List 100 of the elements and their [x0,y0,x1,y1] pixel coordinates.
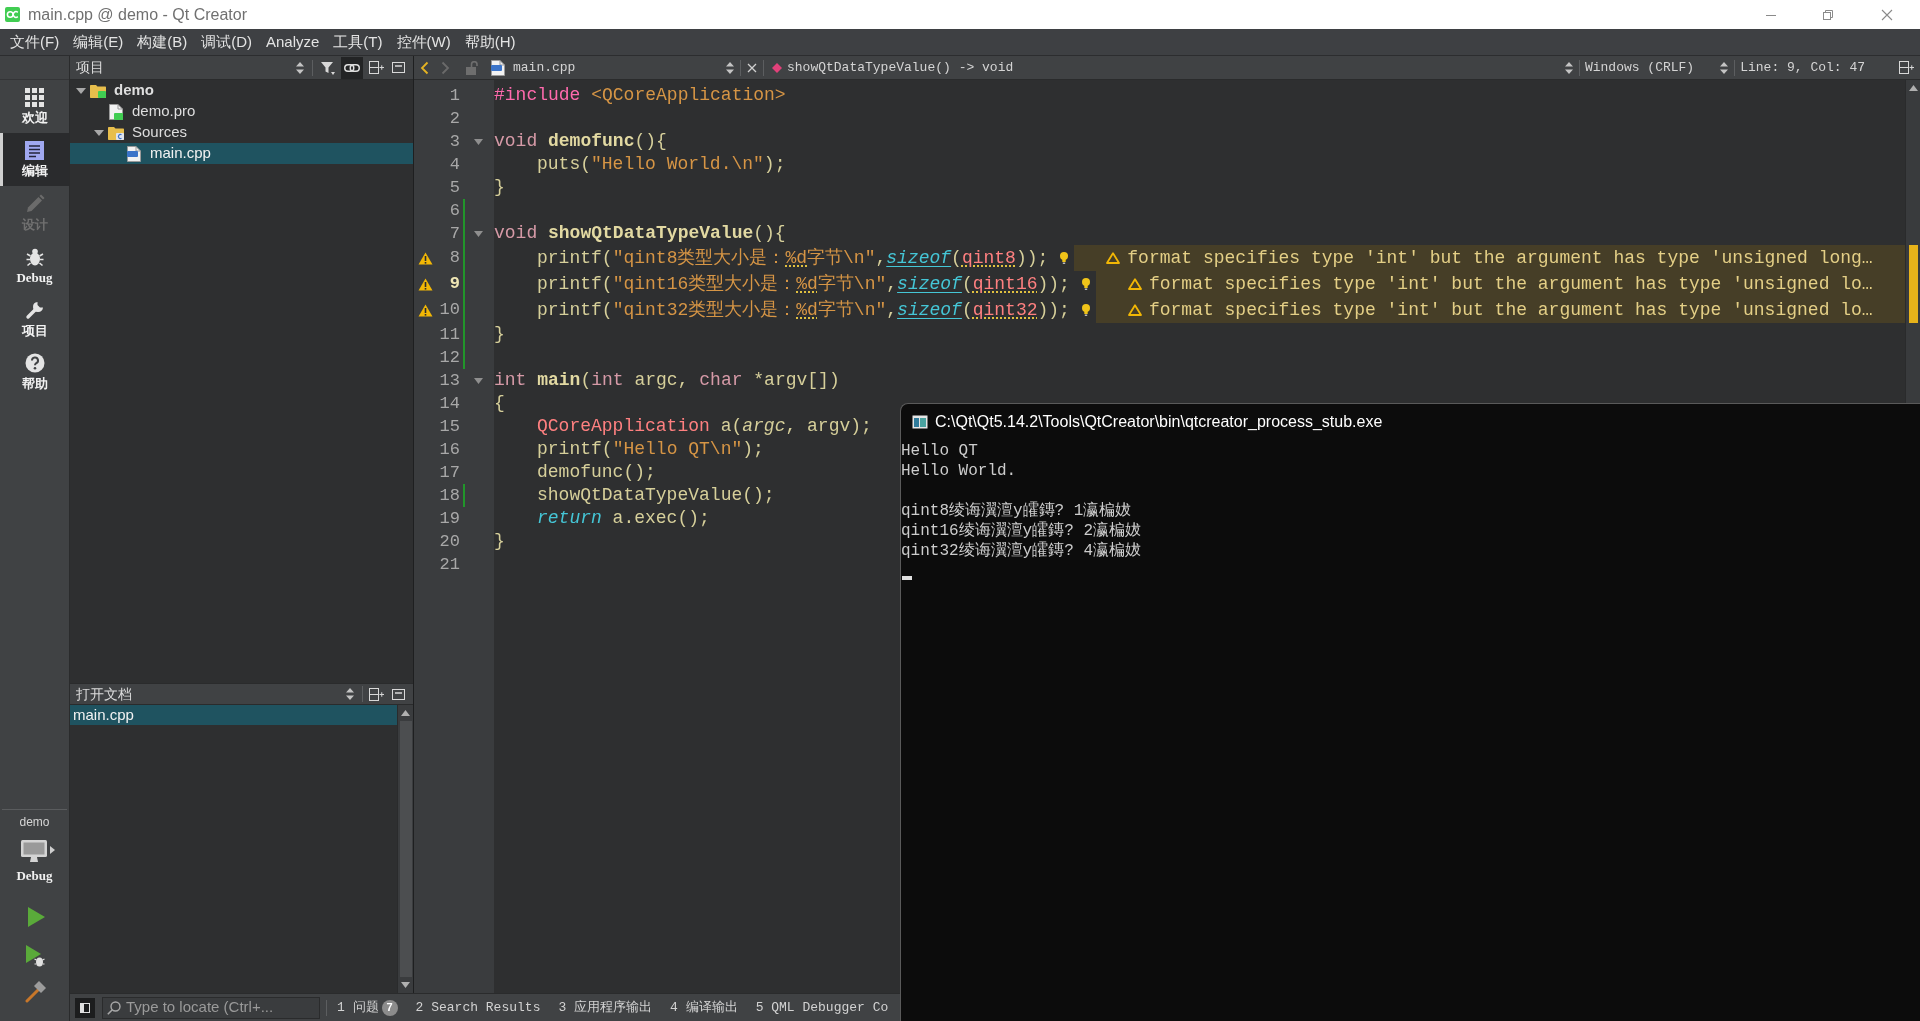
kit-project-label: demo [19,816,50,829]
line-number: 3 [448,130,460,153]
updown-arrows-icon[interactable] [346,688,354,700]
mode-tab[interactable]: 帮助 [0,345,69,398]
project-file-icon [108,103,124,120]
scrollbar[interactable] [1905,80,1920,403]
file-combo[interactable]: main.cpp [513,57,576,78]
count-badge: 7 [381,999,398,1016]
run-icon[interactable] [26,907,45,927]
lightbulb-icon[interactable] [1081,278,1090,290]
locate-field[interactable]: Type to locate (Ctrl+... [102,996,320,1019]
restore-icon[interactable] [1822,8,1834,21]
output-pane-button[interactable]: 3 应用程序输出 [558,994,653,1021]
symbol-combo[interactable]: showQtDataTypeValue() -> void [787,57,1014,78]
warning-icon [417,277,433,291]
debug-run-icon[interactable] [24,945,45,967]
line-number: 8 [448,247,460,270]
code-line: return a.exec(); [537,507,710,530]
filter-icon[interactable] [321,60,335,75]
console-line: qint16绫诲瀷澶у皬鏄? 2瀛楄妭 [901,521,1141,541]
window-title: main.cpp @ demo - Qt Creator [28,5,247,25]
lightbulb-icon[interactable] [1060,252,1069,264]
output-pane-button[interactable]: 1 问题 7 [337,994,398,1021]
link-button[interactable] [341,56,363,79]
fold-arrow-icon[interactable] [473,230,483,237]
caret-icon[interactable] [49,846,55,854]
document-item[interactable]: main.cpp [70,705,397,725]
menu-item[interactable]: 帮助(H) [457,29,523,55]
code-line: QCoreApplication a(argc, argv); [537,415,872,438]
pencil-icon [24,193,45,214]
updown-arrows-icon[interactable] [296,61,304,74]
console-title: C:\Qt\Qt5.14.2\Tools\QtCreator\bin\qtcreator_process_stub.exe [935,412,1383,432]
mode-tab[interactable]: 欢迎 [0,80,69,133]
warning-icon [417,251,433,265]
code-line: { [494,392,505,415]
code-line: void demofunc(){ [494,130,667,153]
scrollbar[interactable] [397,705,413,993]
lightbulb-icon[interactable] [1081,304,1090,316]
split-icon[interactable] [1899,61,1914,74]
menu-item[interactable]: 编辑(E) [66,29,131,55]
expand-arrow-icon[interactable] [76,85,86,96]
console-line: Hello QT [901,441,978,461]
close-icon[interactable] [747,62,757,73]
line-number: 1 [448,84,460,107]
scroll-up-arrow-icon[interactable] [401,710,410,716]
line-number: 2 [448,107,460,130]
hammer-icon[interactable] [23,981,46,1003]
menu-item[interactable]: 调试(D) [194,29,259,55]
menu-item[interactable]: Analyze [259,29,327,55]
updown-arrows-icon[interactable] [1720,61,1729,74]
panel-title: 项目 [75,58,104,77]
sidebar-toggle-icon[interactable] [75,997,95,1018]
pane-icon[interactable] [392,62,405,73]
scroll-up-arrow-icon[interactable] [1908,85,1918,91]
grid-icon [25,88,44,107]
tree-item[interactable]: Sources [70,122,413,143]
code-line: showQtDataTypeValue(); [537,484,775,507]
line-number: 12 [438,346,460,369]
close-icon[interactable] [1881,8,1893,21]
scroll-down-arrow-icon[interactable] [401,982,410,988]
warning-text: format specifies type 'int' but the argument has type 'unsigned lo… [1148,298,1873,322]
fold-arrow-icon[interactable] [473,377,483,384]
console-line: qint8绫诲瀷澶у皬鏄? 1瀛楄妭 [901,501,1132,521]
scrollbar-thumb[interactable] [399,721,412,977]
updown-arrows-icon[interactable] [726,61,734,74]
diamond-icon [772,62,782,73]
pane-icon[interactable] [392,688,405,700]
code-line: puts("Hello World.\n"); [537,153,786,176]
warning-triangle-icon [1127,304,1142,316]
menu-item[interactable]: 控件(W) [389,29,458,55]
updown-arrows-icon[interactable] [1564,61,1573,74]
split-icon[interactable] [369,61,384,74]
bug-icon [24,246,45,267]
tree-item[interactable]: demo.pro [70,101,413,122]
fold-arrow-icon[interactable] [473,138,483,145]
tree-item[interactable]: main.cpp [70,143,413,164]
line-ending-combo[interactable]: Windows (CRLF) [1584,57,1695,78]
mode-tab[interactable]: Debug [0,239,69,292]
warning-triangle-icon [1106,252,1121,264]
line-number: 9 [448,273,460,296]
tree-item[interactable]: demo [70,80,413,101]
output-pane-button[interactable]: 2 Search Results [415,994,541,1021]
line-number: 15 [438,415,460,438]
code-line: } [494,176,505,199]
code-line: int main(int argc, char *argv[]) [494,369,840,392]
monitor-icon[interactable] [20,840,47,862]
menu-item[interactable]: 构建(B) [130,29,195,55]
wrench-icon [24,299,45,320]
code-line: printf("Hello QT\n"); [537,438,764,461]
output-pane-button[interactable]: 4 编译输出 [670,994,738,1021]
search-icon [107,1000,121,1015]
output-pane-button[interactable]: 5 QML Debugger Co [755,994,889,1021]
mode-tab[interactable]: 项目 [0,292,69,345]
expand-arrow-icon[interactable] [94,127,104,138]
mode-tab[interactable]: 编辑 [0,133,69,186]
menu-item[interactable]: 文件(F) [3,29,67,55]
split-icon[interactable] [369,687,384,701]
warning-icon [417,303,433,317]
cursor-position-label[interactable]: Line: 9, Col: 47 [1740,57,1865,78]
menu-item[interactable]: 工具(T) [326,29,390,55]
